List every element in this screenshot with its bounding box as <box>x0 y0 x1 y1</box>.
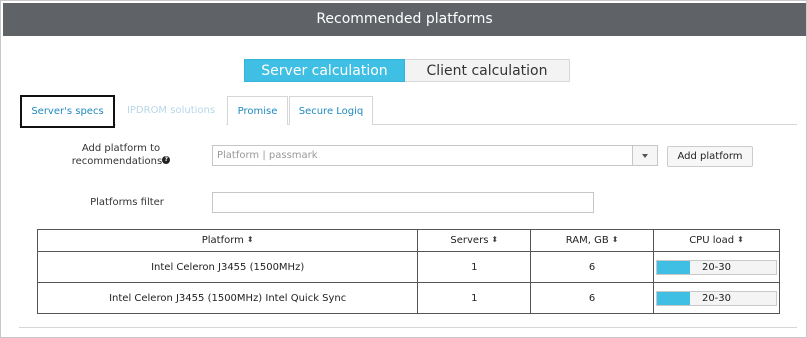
cpu-load-value: 20-30 <box>701 292 732 304</box>
sort-icon[interactable]: ⬍ <box>612 235 619 244</box>
cpu-load-bar: 20-30 <box>655 290 777 306</box>
column-header-label: RAM, GB <box>565 235 609 246</box>
tab-secure-logiq[interactable]: Secure Logiq <box>289 96 373 125</box>
ram-cell: 6 <box>530 251 654 283</box>
cpu-load-value: 20-30 <box>701 261 732 273</box>
servers-cell: 1 <box>417 251 532 283</box>
platform-cell: Intel Celeron J3455 (1500MHz) <box>36 251 419 283</box>
column-header-servers[interactable]: Servers ⬍ <box>417 229 532 252</box>
server-calculation-button[interactable]: Server calculation <box>244 59 405 82</box>
column-header-ram[interactable]: RAM, GB ⬍ <box>530 229 654 252</box>
table-header-row: Platform ⬍ Servers ⬍ RAM, GB ⬍ CPU load ⬍ <box>36 229 781 252</box>
column-header-cpu-load[interactable]: CPU load ⬍ <box>652 229 781 252</box>
question-circle-icon[interactable]: ? <box>162 156 171 164</box>
add-platform-label-text: Add platform to recommendations <box>71 143 163 167</box>
platform-select[interactable]: Platform | passmark <box>212 145 633 166</box>
tab-promise[interactable]: Promise <box>227 96 288 125</box>
servers-cell: 1 <box>417 282 532 314</box>
sort-icon[interactable]: ⬍ <box>247 235 254 244</box>
add-platform-button[interactable]: Add platform <box>667 146 753 167</box>
sort-icon[interactable]: ⬍ <box>491 235 498 244</box>
cpu-load-cell: 20-30 <box>652 251 781 283</box>
tab-ipdrom-solutions[interactable]: IPDROM solutions <box>116 96 226 125</box>
cpu-load-cell: 20-30 <box>652 282 781 314</box>
cpu-load-bar: 20-30 <box>655 259 777 275</box>
platforms-filter-label: Platforms filter <box>90 197 164 208</box>
bottom-divider <box>19 327 797 328</box>
column-header-label: Platform <box>201 235 244 246</box>
chevron-down-icon[interactable] <box>633 145 658 166</box>
tab-servers-specs[interactable]: Server's specs <box>20 95 115 128</box>
column-header-label: CPU load <box>689 235 735 246</box>
table-row[interactable]: Intel Celeron J3455 (1500MHz) Intel Quic… <box>36 282 781 314</box>
ram-cell: 6 <box>530 282 654 314</box>
add-platform-label: Add platform to recommendations? <box>61 142 181 168</box>
column-header-label: Servers <box>450 235 489 246</box>
sort-icon[interactable]: ⬍ <box>737 235 744 244</box>
platforms-table: Platform ⬍ Servers ⬍ RAM, GB ⬍ CPU load ⬍ In… <box>36 229 781 314</box>
client-calculation-button[interactable]: Client calculation <box>405 59 570 82</box>
column-header-platform[interactable]: Platform ⬍ <box>36 229 419 252</box>
table-row[interactable]: Intel Celeron J3455 (1500MHz) 1 6 20-30 <box>36 251 781 283</box>
panel-header: Recommended platforms <box>3 3 806 36</box>
platform-cell: Intel Celeron J3455 (1500MHz) Intel Quic… <box>36 282 419 314</box>
platforms-filter-input[interactable] <box>212 192 594 213</box>
recommended-platforms-panel: Recommended platforms Server calculation… <box>0 0 807 338</box>
